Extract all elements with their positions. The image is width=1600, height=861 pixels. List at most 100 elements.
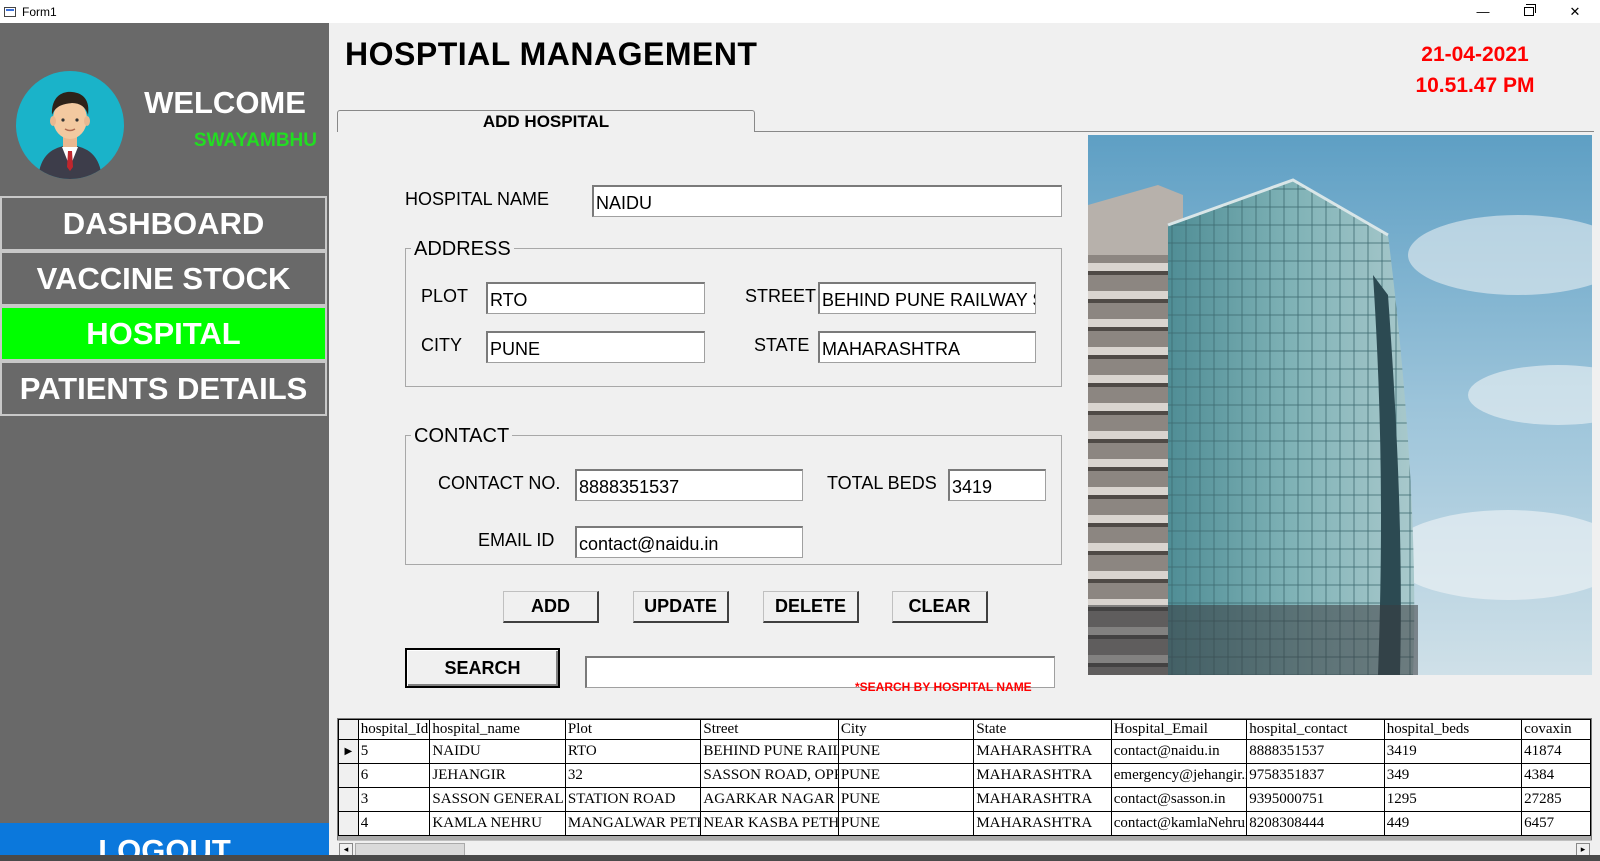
nav-hospital-button[interactable]: HOSPITAL [0,306,327,361]
plot-input[interactable]: RTO [486,282,705,314]
tab-add-hospital[interactable]: ADD HOSPITAL [337,110,755,132]
table-cell[interactable]: 4 [357,811,431,836]
total-beds-input[interactable]: 3419 [948,469,1046,501]
table-cell[interactable]: PUNE [837,763,975,788]
email-id-input[interactable]: contact@naidu.in [575,526,803,558]
table-cell[interactable]: STATION ROAD [564,787,702,812]
welcome-label: WELCOME [144,85,306,120]
table-cell[interactable]: PUNE [837,811,975,836]
table-cell[interactable]: JEHANGIR [429,763,566,788]
table-row[interactable]: 3 SASSON GENERAL STATION ROAD AGARKAR NA… [338,787,1591,812]
state-label: STATE [754,335,810,355]
table-cell[interactable]: 41874 [1521,739,1591,764]
table-cell[interactable]: 8888351537 [1246,739,1385,764]
street-label: STREET [745,286,817,306]
city-input[interactable]: PUNE [486,331,705,363]
selected-row-marker-icon[interactable]: ▶ [338,739,359,764]
maximize-button[interactable] [1506,0,1552,23]
delete-button[interactable]: DELETE [763,591,859,623]
table-row[interactable]: 4 KAMLA NEHRU MANGALWAR PETH NEAR KASBA … [338,811,1591,836]
column-header[interactable]: hospital_Id [357,719,431,740]
table-cell[interactable]: 32 [564,763,702,788]
email-id-label: EMAIL ID [478,530,555,550]
total-beds-label: TOTAL BEDS [827,473,937,493]
hospital-building-image [1088,135,1592,675]
table-cell[interactable]: 9758351837 [1246,763,1385,788]
close-button[interactable]: ✕ [1552,0,1598,23]
column-header[interactable]: hospital_contact [1246,719,1385,740]
row-header[interactable] [338,763,359,788]
address-group-title: ADDRESS [411,238,514,261]
hospital-table: hospital_Id hospital_name Plot Street Ci… [338,719,1591,836]
hospital-name-input[interactable]: NAIDU [592,185,1062,217]
table-cell[interactable]: 349 [1383,763,1523,788]
column-header[interactable]: Hospital_Email [1110,719,1248,740]
update-button[interactable]: UPDATE [633,591,729,623]
column-header[interactable]: hospital_beds [1383,719,1523,740]
row-header[interactable] [338,787,359,812]
table-cell[interactable]: BEHIND PUNE RAILWAY STATION [700,739,839,764]
column-header[interactable]: covaxin [1521,719,1591,740]
table-cell[interactable]: MANGALWAR PETH [564,811,702,836]
add-button[interactable]: ADD [503,591,599,623]
column-header[interactable]: hospital_name [429,719,566,740]
table-row[interactable]: 6 JEHANGIR 32 SASSON ROAD, OPP PUNE MAHA… [338,763,1591,788]
table-cell[interactable]: 3419 [1383,739,1523,764]
hospital-data-grid[interactable]: hospital_Id hospital_name Plot Street Ci… [337,718,1592,856]
table-cell[interactable]: 9395000751 [1246,787,1385,812]
clear-button[interactable]: CLEAR [892,591,988,623]
table-cell[interactable]: KAMLA NEHRU [429,811,566,836]
table-row[interactable]: ▶ 5 NAIDU RTO BEHIND PUNE RAILWAY STATIO… [338,739,1591,764]
nav-dashboard-button[interactable]: DASHBOARD [0,196,327,251]
column-header[interactable]: Street [700,719,839,740]
row-header-corner [338,719,359,740]
table-cell[interactable]: 6457 [1521,811,1591,836]
city-label: CITY [421,335,463,355]
table-cell[interactable]: NEAR KASBA PETH [700,811,839,836]
table-cell[interactable]: SASSON ROAD, OPP [700,763,839,788]
table-cell[interactable]: 8208308444 [1246,811,1385,836]
restore-icon [1524,4,1536,16]
table-cell[interactable]: 449 [1383,811,1523,836]
table-cell[interactable]: contact@naidu.in [1110,739,1248,764]
date-label: 21-04-2021 [1421,43,1529,66]
table-cell[interactable]: MAHARASHTRA [973,811,1112,836]
username-label: SWAYAMBHU [193,130,317,151]
nav-vaccine-stock-button[interactable]: VACCINE STOCK [0,251,327,306]
column-header[interactable]: State [973,719,1112,740]
table-cell[interactable]: PUNE [837,739,975,764]
contact-no-input[interactable]: 8888351537 [575,469,803,501]
table-cell[interactable]: RTO [564,739,702,764]
sidebar: WELCOME SWAYAMBHU DASHBOARD VACCINE STOC… [0,23,329,861]
table-cell[interactable]: AGARKAR NAGAR [700,787,839,812]
table-cell[interactable]: PUNE [837,787,975,812]
row-header[interactable] [338,811,359,836]
minimize-button[interactable]: — [1460,0,1506,23]
contact-no-label: CONTACT NO. [438,473,561,493]
column-header[interactable]: Plot [564,719,702,740]
address-group [405,248,1062,387]
column-header[interactable]: City [837,719,975,740]
user-avatar-icon [16,71,124,179]
table-cell[interactable]: MAHARASHTRA [973,763,1112,788]
street-input[interactable]: BEHIND PUNE RAILWAY STATION [818,282,1036,314]
table-cell[interactable]: SASSON GENERAL [429,787,566,812]
table-cell[interactable]: MAHARASHTRA [973,787,1112,812]
hospital-name-label: HOSPITAL NAME [405,189,550,209]
table-cell[interactable]: contact@kamlaNehru.in [1110,811,1248,836]
table-cell[interactable]: MAHARASHTRA [973,739,1112,764]
table-cell[interactable]: 4384 [1521,763,1591,788]
table-cell[interactable]: 1295 [1383,787,1523,812]
search-button[interactable]: SEARCH [405,648,560,688]
table-cell[interactable]: contact@sasson.in [1110,787,1248,812]
table-cell[interactable]: 5 [357,739,431,764]
table-cell[interactable]: 6 [357,763,431,788]
table-cell[interactable]: 27285 [1521,787,1591,812]
state-input[interactable]: MAHARASHTRA [818,331,1036,363]
table-cell[interactable]: emergency@jehangir.in [1110,763,1248,788]
table-cell[interactable]: NAIDU [429,739,566,764]
nav-patients-details-button[interactable]: PATIENTS DETAILS [0,361,327,416]
page-title: HOSPTIAL MANAGEMENT [345,36,758,72]
time-label: 10.51.47 PM [1415,74,1535,97]
table-cell[interactable]: 3 [357,787,431,812]
